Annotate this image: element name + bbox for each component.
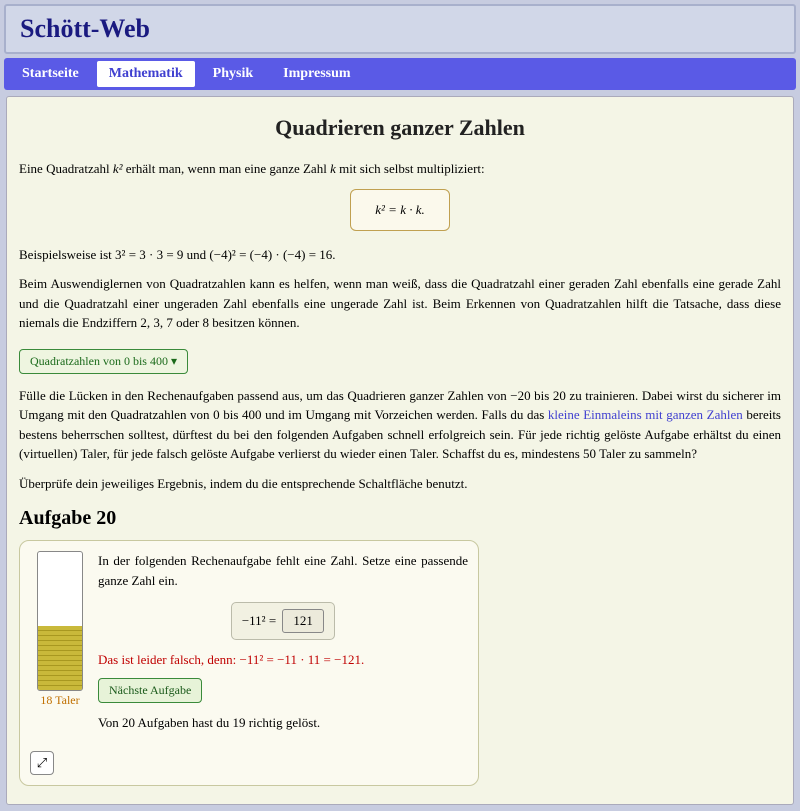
exercise-prompt: In der folgenden Rechen­aufgabe fehlt ei… [98, 551, 468, 590]
coin-label: 18 Taler [30, 693, 90, 708]
intro-pre: Eine Quadratzahl [19, 161, 113, 176]
fullscreen-icon: ⤢ [37, 755, 47, 770]
content-area: Quadrieren ganzer Zahlen Eine Quadratzah… [6, 96, 794, 805]
nav-bar: Startseite Mathematik Physik Impressum [4, 58, 796, 90]
coin-column: 18 Taler [30, 551, 90, 743]
coin-cylinder [37, 551, 83, 691]
calc-row: −11² = [98, 602, 468, 640]
intro-post: erhält man, wenn man eine ganze Zahl [123, 161, 331, 176]
calc-box: −11² = [231, 602, 335, 640]
feedback-text: Das ist leider falsch, denn: −11² = −11 … [98, 652, 468, 668]
intro-tail: mit sich selbst multipliziert: [336, 161, 485, 176]
formula-box: k² = k · k. [350, 189, 449, 231]
formula-text: k² = k · k. [375, 202, 424, 217]
answer-input[interactable] [282, 609, 324, 633]
var-k2: k² [113, 161, 123, 176]
example-pre: Beispielsweise ist [19, 247, 115, 262]
intro-paragraph: Eine Quadratzahl k² erhält man, wenn man… [19, 159, 781, 179]
fullscreen-button[interactable]: ⤢ [30, 751, 54, 775]
example-math: 3² = 3 · 3 = 9 und (−4)² = (−4) · (−4) =… [115, 247, 336, 262]
next-exercise-button[interactable]: Nächste Aufgabe [98, 678, 202, 703]
coin-stack-icon [38, 626, 82, 690]
nav-mathematik[interactable]: Mathematik [97, 61, 195, 87]
site-title: Schött-Web [20, 14, 780, 44]
calc-lhs: −11² = [242, 613, 276, 629]
nav-physik[interactable]: Physik [201, 61, 265, 87]
exercise-heading: Aufgabe 20 [19, 507, 781, 530]
instructions-paragraph: Fülle die Lücken in den Rechen­auf­gaben… [19, 386, 781, 464]
nav-impressum[interactable]: Impressum [271, 61, 362, 87]
example-paragraph: Beispielsweise ist 3² = 3 · 3 = 9 und (−… [19, 245, 781, 265]
page-title: Quadrieren ganzer Zahlen [19, 115, 781, 141]
exercise-card: 18 Taler In der folgenden Rechen­aufgabe… [19, 540, 479, 786]
nav-startseite[interactable]: Startseite [10, 61, 91, 87]
memorize-paragraph: Beim Aus­wen­dig­ler­nen von Qua­drat­za… [19, 274, 781, 333]
progress-text: Von 20 Aufgaben hast du 19 richtig gelös… [98, 713, 468, 733]
einmaleins-link[interactable]: kleine Ein­mal­eins mit ganzen Zahlen [548, 407, 743, 422]
check-paragraph: Über­prüfe dein jeweiliges Ergebnis, ind… [19, 474, 781, 494]
header-band: Schött-Web [4, 4, 796, 54]
squares-table-toggle[interactable]: Quadratzahlen von 0 bis 400 ▾ [19, 349, 188, 374]
